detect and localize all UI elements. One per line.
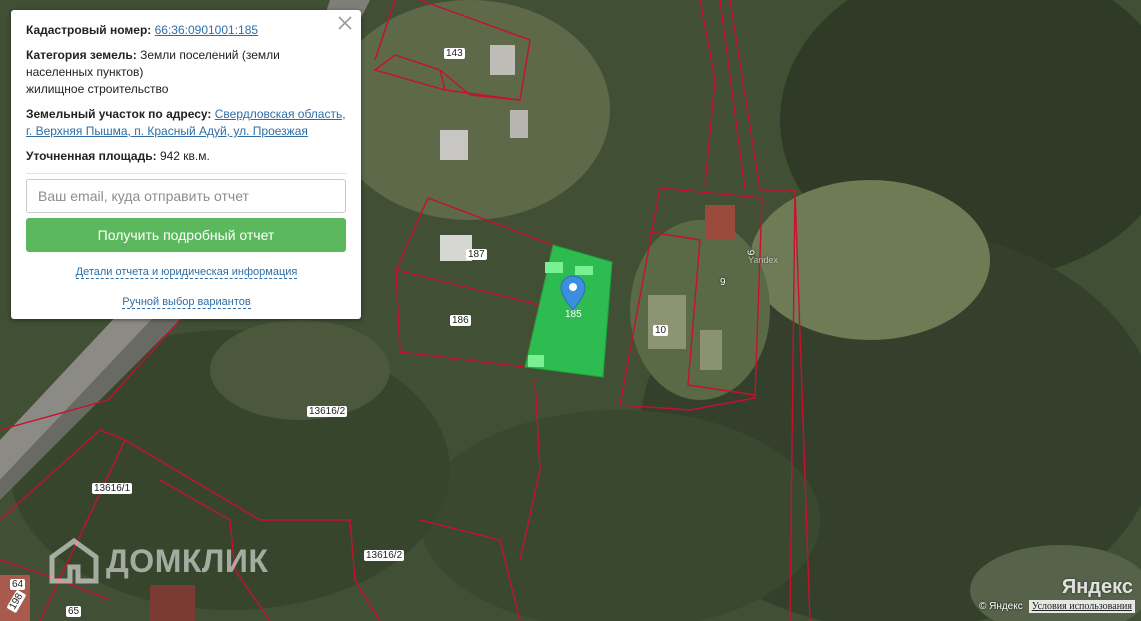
parcel-label: 10 [653, 325, 669, 336]
cadastral-number-label: Кадастровый номер: [26, 23, 152, 37]
cadastral-number-row: Кадастровый номер: 66:36:0901001:185 [26, 22, 347, 39]
parcel-label: 13616/1 [92, 483, 133, 494]
copyright-text: © Яндекс [978, 601, 1023, 612]
parcel-label: 143 [444, 48, 465, 59]
manual-selection-link[interactable]: Ручной выбор вариантов [26, 294, 347, 311]
parcel-label: 64 [10, 579, 26, 590]
map-pin-icon[interactable] [560, 275, 586, 311]
report-details-link-text: Детали отчета и юридическая информация [75, 266, 298, 279]
yandex-logo: Яндекс [1061, 576, 1133, 598]
area-row: Уточненная площадь: 942 кв.м. [26, 148, 347, 165]
report-details-link[interactable]: Детали отчета и юридическая информация [26, 264, 347, 281]
domclick-watermark: ДОМКЛИК [48, 537, 268, 585]
manual-selection-link-text: Ручной выбор вариантов [122, 296, 251, 309]
terms-of-use-link[interactable]: Условия использования [1028, 600, 1135, 613]
parcel-info-panel: Кадастровый номер: 66:36:0901001:185 Кат… [11, 10, 361, 319]
divider [26, 173, 347, 174]
domclick-wordmark: ДОМКЛИК [106, 542, 269, 579]
domclick-logo-icon [49, 537, 99, 584]
email-field[interactable] [26, 179, 346, 213]
map-attribution: © Яндекс Условия использования [979, 600, 1135, 613]
parcel-label: 13616/2 [307, 406, 348, 417]
get-report-button[interactable]: Получить подробный отчет [26, 218, 346, 252]
land-category-row: Категория земель: Земли поселений (земли… [26, 47, 347, 98]
cadastral-number-link[interactable]: 66:36:0901001:185 [155, 23, 258, 37]
address-row: Земельный участок по адресу: Свердловска… [26, 106, 347, 140]
address-label: Земельный участок по адресу: [26, 107, 212, 121]
parcel-label: 9 [720, 277, 726, 288]
land-use-value: жилищное строительство [26, 82, 169, 96]
parcel-label: 13616/2 [364, 550, 405, 561]
land-category-label: Категория земель: [26, 48, 137, 62]
close-icon[interactable] [337, 15, 353, 31]
parcel-label: 186 [450, 315, 471, 326]
area-value: 942 кв.м. [159, 149, 210, 163]
map-view[interactable]: 143 187 186 185 10 9 9 13616/2 13616/1 1… [0, 0, 1141, 621]
area-label: Уточненная площадь: [26, 149, 157, 163]
parcel-label: 65 [66, 606, 82, 617]
parcel-label: 187 [466, 249, 487, 260]
imagery-watermark-label: Yandex [748, 255, 778, 265]
